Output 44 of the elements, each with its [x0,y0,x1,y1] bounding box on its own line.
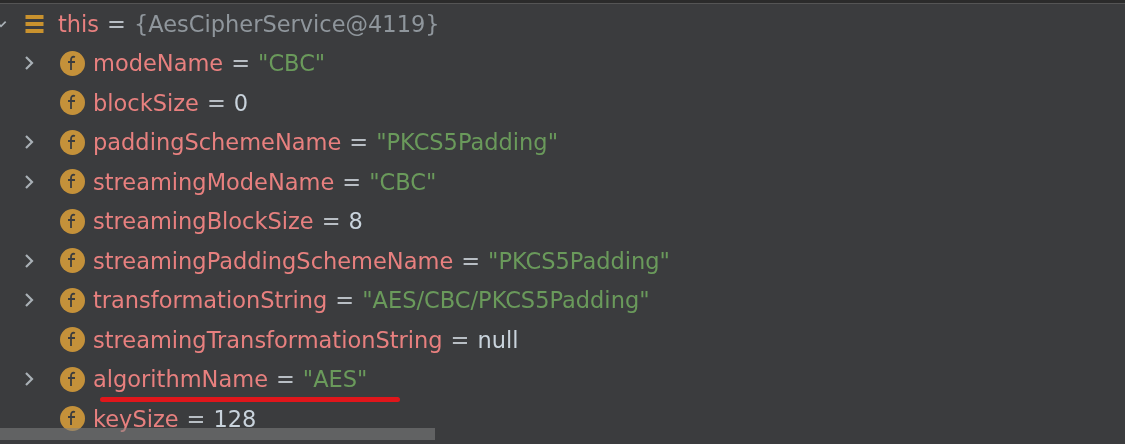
field-icon [60,50,85,76]
field-name: keySize [93,405,179,432]
equals-sign: = [349,129,369,156]
field-value: "AES" [302,366,368,393]
field-value: 128 [213,405,257,432]
equals-sign: = [342,168,362,195]
field-name: modeName [93,50,224,77]
field-icon [60,248,85,274]
field-icon [60,327,85,353]
field-icon [60,90,85,116]
field-icon [60,287,85,313]
field-name: transformationString [93,287,328,314]
equals-sign: = [335,287,355,314]
equals-sign: = [275,366,295,393]
field-value: null [477,326,519,353]
field-name: streamingBlockSize [93,208,314,235]
field-icon [60,129,85,155]
equals-sign: = [231,50,251,77]
equals-sign: = [321,208,341,235]
equals-sign: = [186,405,206,432]
field-value: "CBC" [369,168,437,195]
field-icon [60,406,85,432]
equals-sign: = [461,247,481,274]
field-value: "PKCS5Padding" [488,247,670,274]
object-icon [25,13,44,34]
field-icon [60,208,85,234]
field-name: paddingSchemeName [93,129,342,156]
equals-sign: = [450,326,470,353]
field-name: streamingModeName [93,168,335,195]
equals-sign: = [206,89,226,116]
field-value: "CBC" [258,50,326,77]
field-icon [60,366,85,392]
field-value: 8 [348,208,363,235]
field-value: "AES/CBC/PKCS5Padding" [362,287,650,314]
field-name: algorithmName [93,366,268,393]
field-name: streamingTransformationString [93,326,443,353]
field-name: blockSize [93,89,199,116]
field-value: 0 [233,89,249,116]
field-icon [60,169,85,195]
field-name: streamingPaddingSchemeName [93,247,454,274]
field-value: "PKCS5Padding" [376,129,558,156]
variable-value: {AesCipherService@4119} [133,10,440,37]
variable-name: this [58,10,100,37]
equals-sign: = [107,10,126,37]
